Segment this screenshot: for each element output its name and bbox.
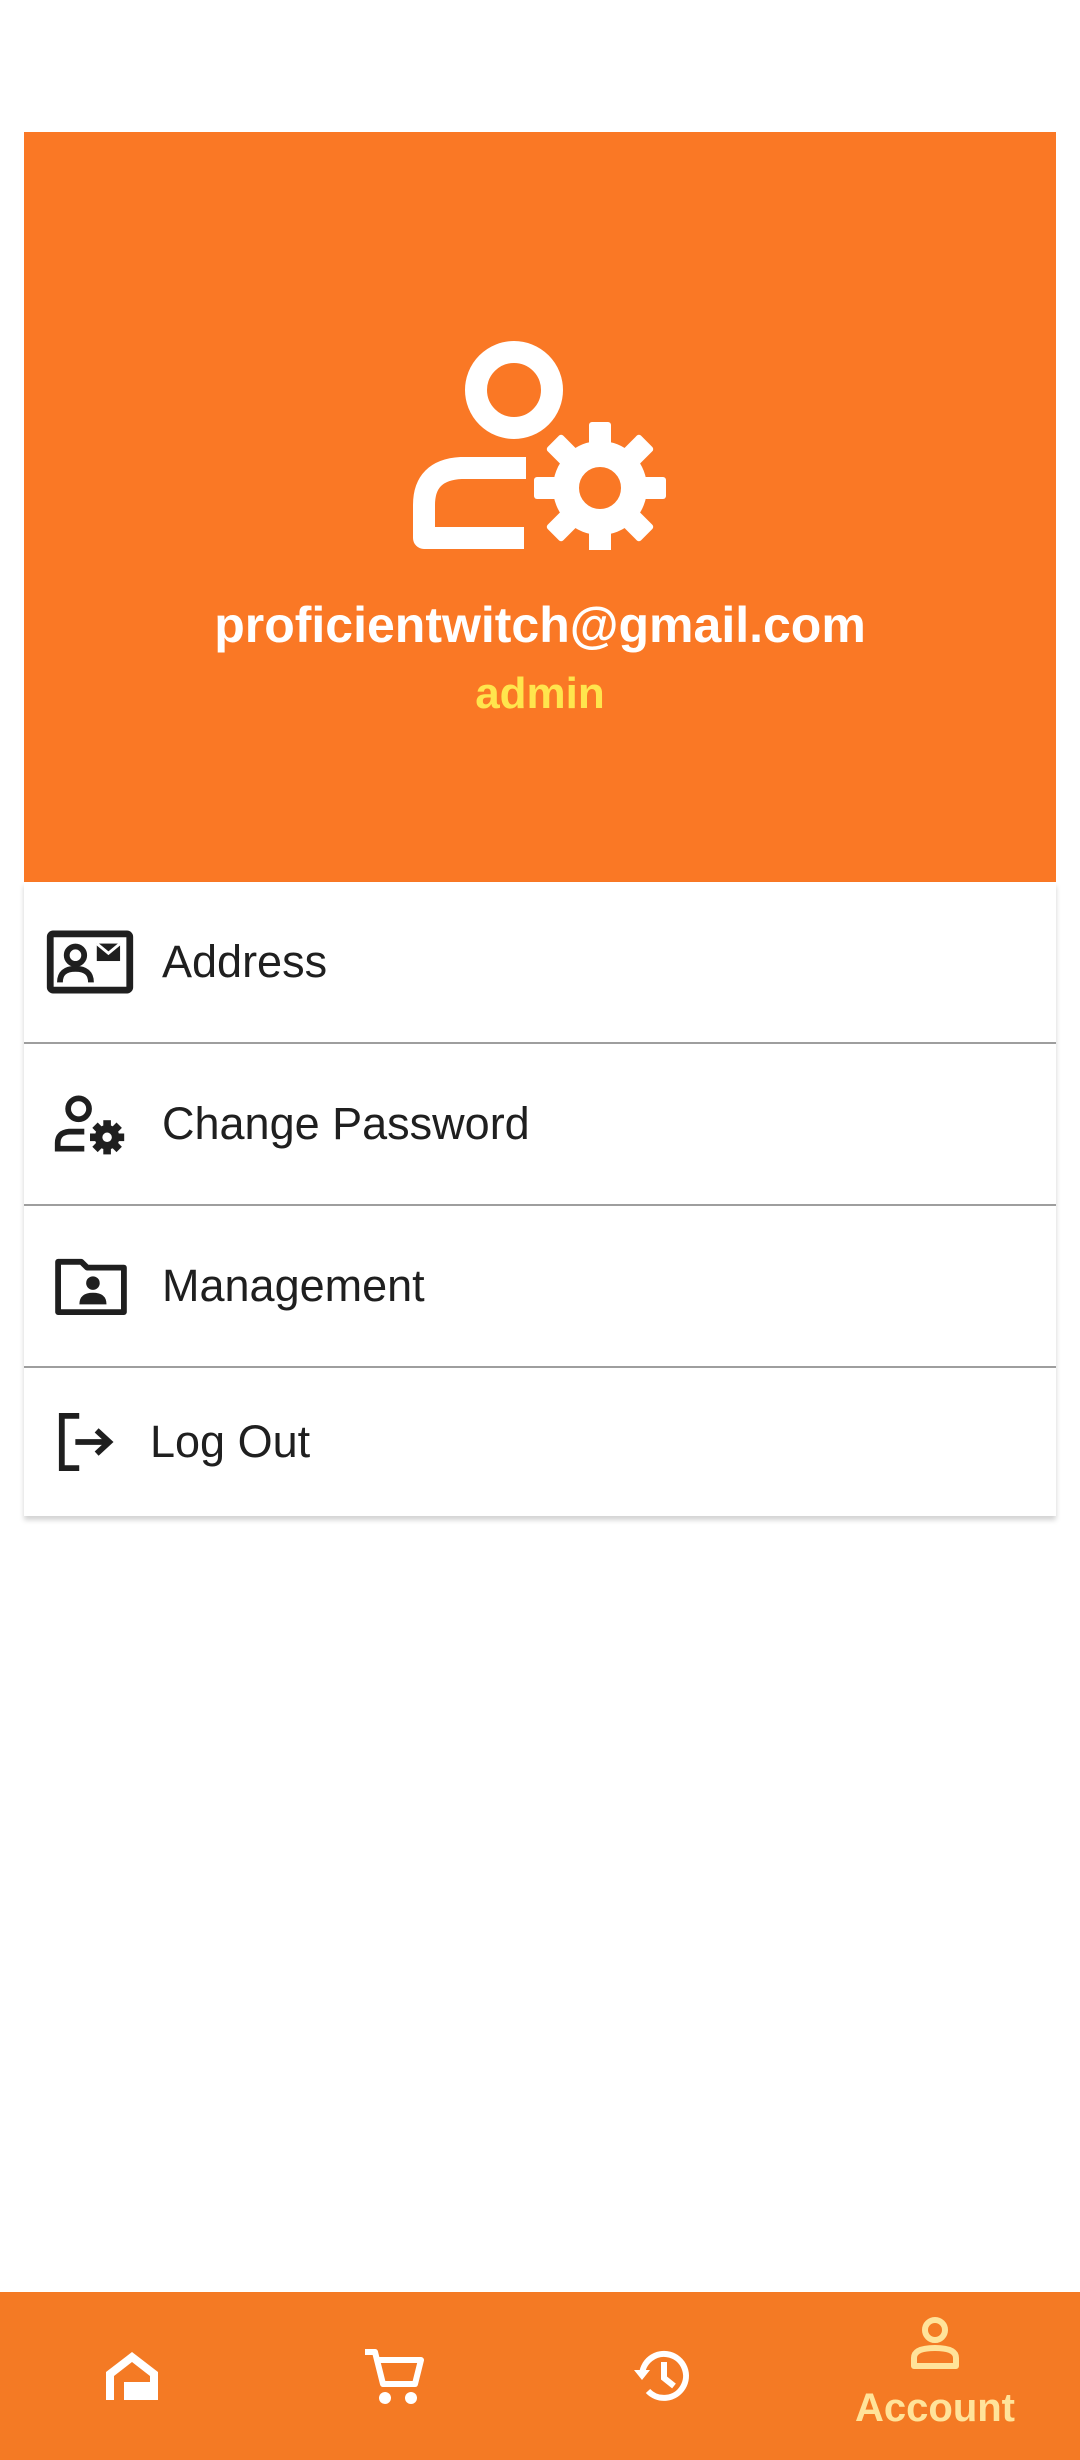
profile-role: admin: [475, 669, 605, 718]
menu-item-label: Management: [162, 1260, 425, 1311]
nav-history[interactable]: [530, 2292, 800, 2460]
bottom-navigation: Account: [0, 2292, 1080, 2460]
cart-icon: [365, 2349, 424, 2404]
profile-email: proficientwitch@gmail.com: [214, 597, 866, 653]
status-bar: [0, 0, 1080, 132]
menu-item-label: Address: [162, 936, 328, 987]
user-gear-icon: [413, 341, 666, 550]
menu-item-change-password[interactable]: Change Password: [24, 1044, 1056, 1206]
account-menu: Address Change Password Management Log O…: [24, 882, 1056, 1516]
history-icon: [634, 2350, 689, 2401]
menu-item-label: Change Password: [162, 1098, 530, 1149]
logout-icon: [58, 1412, 114, 1472]
contact-card-icon: [46, 930, 134, 994]
folder-user-icon: [55, 1258, 127, 1316]
user-gear-icon: [54, 1095, 125, 1155]
menu-item-label: Log Out: [150, 1416, 311, 1467]
nav-cart[interactable]: [265, 2292, 535, 2460]
menu-item-log-out[interactable]: Log Out: [24, 1368, 1056, 1516]
account-icon: [911, 2317, 959, 2369]
nav-account-label: Account: [855, 2386, 1015, 2430]
nav-home[interactable]: [0, 2292, 270, 2460]
nav-account[interactable]: Account: [800, 2292, 1070, 2460]
menu-item-address[interactable]: Address: [24, 882, 1056, 1044]
profile-header: proficientwitch@gmail.com admin: [24, 132, 1056, 882]
home-icon: [106, 2352, 158, 2400]
menu-item-management[interactable]: Management: [24, 1206, 1056, 1368]
